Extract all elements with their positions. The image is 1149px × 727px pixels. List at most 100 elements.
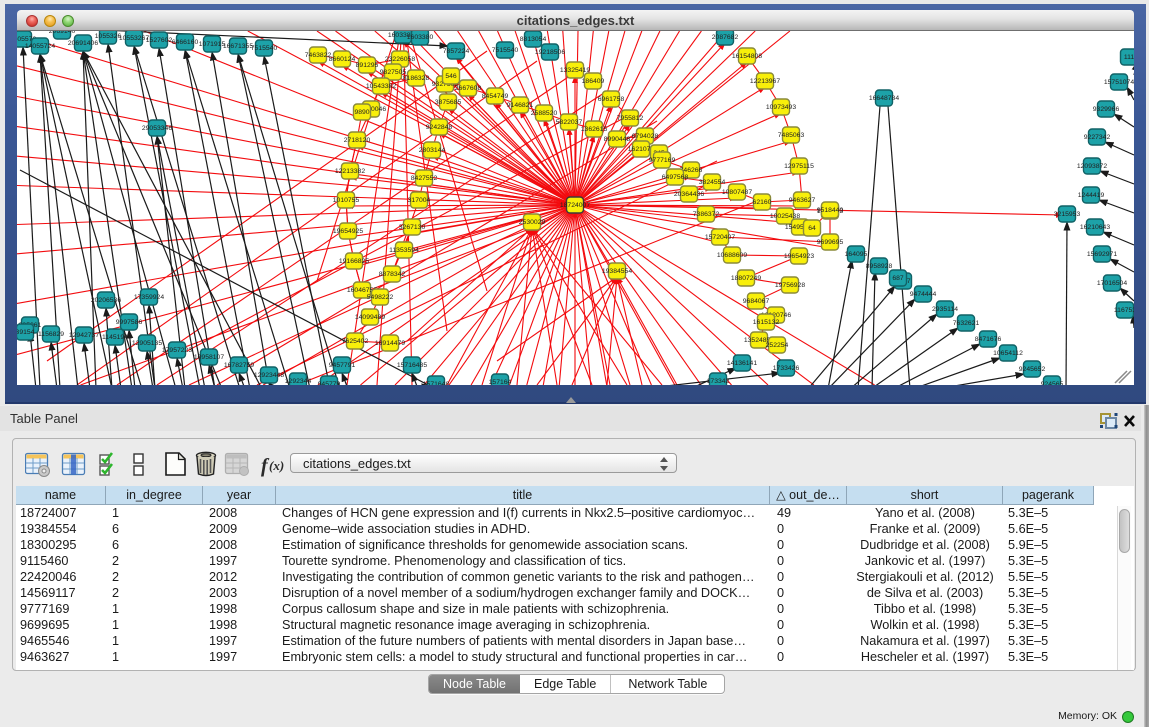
svg-text:(x): (x) bbox=[269, 458, 284, 473]
svg-text:16648784: 16648784 bbox=[869, 95, 899, 102]
svg-text:1603380: 1603380 bbox=[407, 34, 434, 41]
svg-text:19654923: 19654923 bbox=[784, 253, 814, 260]
svg-text:5822037: 5822037 bbox=[556, 119, 583, 126]
svg-text:6497568: 6497568 bbox=[662, 174, 689, 181]
svg-text:9242848: 9242848 bbox=[426, 124, 453, 131]
svg-text:1156829: 1156829 bbox=[38, 331, 64, 338]
svg-text:12942737: 12942737 bbox=[69, 332, 99, 339]
svg-text:8878342: 8878342 bbox=[379, 271, 406, 278]
svg-text:23226058: 23226058 bbox=[385, 56, 415, 63]
svg-text:18724007: 18724007 bbox=[560, 202, 590, 209]
svg-text:6794028: 6794028 bbox=[632, 133, 659, 140]
svg-text:2935114: 2935114 bbox=[932, 306, 958, 313]
svg-text:9245652: 9245652 bbox=[1019, 366, 1046, 373]
svg-text:62160: 62160 bbox=[753, 199, 772, 206]
svg-text:3875685: 3875685 bbox=[435, 99, 462, 106]
svg-text:10807487: 10807487 bbox=[722, 189, 752, 196]
svg-text:19654925: 19654925 bbox=[333, 228, 363, 235]
svg-text:7625402: 7625402 bbox=[342, 338, 369, 345]
svg-text:6961758: 6961758 bbox=[598, 96, 625, 103]
svg-text:15751074: 15751074 bbox=[1104, 79, 1134, 86]
svg-text:8427552: 8427552 bbox=[411, 175, 438, 182]
svg-text:7955812: 7955812 bbox=[617, 115, 644, 122]
svg-text:164095: 164095 bbox=[845, 251, 868, 258]
svg-text:8471676: 8471676 bbox=[975, 336, 1002, 343]
svg-text:10973493: 10973493 bbox=[766, 104, 796, 111]
svg-text:9463627: 9463627 bbox=[789, 197, 816, 204]
svg-text:186409: 186409 bbox=[582, 78, 605, 85]
svg-text:1527602: 1527602 bbox=[146, 37, 173, 44]
svg-text:17359924: 17359924 bbox=[134, 294, 164, 301]
svg-text:2069140: 2069140 bbox=[49, 31, 76, 35]
svg-text:1145194: 1145194 bbox=[102, 334, 128, 341]
svg-text:317004: 317004 bbox=[408, 197, 431, 204]
svg-text:12923448: 12923448 bbox=[254, 372, 284, 379]
svg-text:1615132: 1615132 bbox=[753, 319, 780, 326]
svg-text:2667608: 2667608 bbox=[455, 85, 482, 92]
svg-text:12975115: 12975115 bbox=[784, 163, 814, 170]
svg-text:252254: 252254 bbox=[766, 342, 789, 349]
svg-text:7485063: 7485063 bbox=[778, 132, 805, 139]
svg-text:20206536: 20206536 bbox=[91, 297, 121, 304]
svg-text:29053346: 29053346 bbox=[142, 125, 172, 132]
svg-text:1244419: 1244419 bbox=[1078, 192, 1105, 199]
svg-text:1071915: 1071915 bbox=[199, 41, 226, 48]
svg-text:9699695: 9699695 bbox=[817, 239, 844, 246]
svg-text:9146821: 9146821 bbox=[507, 102, 534, 109]
svg-text:12905135: 12905135 bbox=[132, 340, 162, 347]
svg-text:10958107: 10958107 bbox=[194, 354, 224, 361]
svg-text:39154: 39154 bbox=[17, 329, 35, 336]
svg-text:14055724: 14055724 bbox=[25, 43, 55, 50]
svg-text:20364436: 20364436 bbox=[674, 191, 704, 198]
svg-text:157164: 157164 bbox=[489, 379, 512, 385]
svg-text:2803144: 2803144 bbox=[419, 147, 446, 154]
svg-text:9777169: 9777169 bbox=[649, 157, 676, 164]
svg-text:16210643: 16210643 bbox=[1080, 224, 1110, 231]
svg-text:10654112: 10654112 bbox=[993, 350, 1023, 357]
svg-text:6466160: 6466160 bbox=[172, 39, 199, 46]
svg-text:19218506: 19218506 bbox=[535, 49, 565, 56]
svg-text:945779: 945779 bbox=[318, 381, 341, 385]
svg-text:111: 111 bbox=[1124, 54, 1134, 61]
svg-text:14136141: 14136141 bbox=[727, 360, 757, 367]
svg-text:9997586: 9997586 bbox=[116, 319, 143, 326]
svg-text:8958928: 8958928 bbox=[866, 263, 893, 270]
svg-text:1055326: 1055326 bbox=[95, 33, 122, 40]
svg-text:3824554: 3824554 bbox=[699, 179, 726, 186]
svg-text:15720407: 15720407 bbox=[705, 234, 735, 241]
svg-text:10688609: 10688609 bbox=[717, 252, 747, 259]
svg-text:1010755: 1010755 bbox=[333, 197, 360, 204]
svg-text:8660124: 8660124 bbox=[329, 56, 356, 63]
svg-text:2087682: 2087682 bbox=[712, 34, 739, 41]
svg-text:16671355: 16671355 bbox=[223, 43, 253, 50]
svg-text:7857224: 7857224 bbox=[443, 48, 470, 55]
svg-text:7515540: 7515540 bbox=[492, 47, 519, 54]
svg-text:7632621: 7632621 bbox=[953, 320, 980, 327]
svg-text:15716485: 15716485 bbox=[397, 362, 427, 369]
svg-text:1362615: 1362615 bbox=[581, 126, 608, 133]
svg-text:7515540: 7515540 bbox=[251, 45, 278, 52]
svg-text:9890: 9890 bbox=[354, 109, 369, 116]
svg-text:1571648: 1571648 bbox=[423, 381, 450, 385]
svg-text:16914479: 16914479 bbox=[375, 340, 405, 347]
svg-text:8454749: 8454749 bbox=[482, 93, 509, 100]
svg-text:2718120: 2718120 bbox=[344, 137, 371, 144]
svg-text:8990448: 8990448 bbox=[604, 136, 631, 143]
svg-text:19384554: 19384554 bbox=[602, 268, 632, 275]
svg-text:17016504: 17016504 bbox=[1097, 280, 1127, 287]
svg-text:687: 687 bbox=[892, 275, 904, 282]
svg-text:12213967: 12213967 bbox=[750, 78, 780, 85]
svg-text:11353594: 11353594 bbox=[389, 247, 419, 254]
svg-text:19166825: 19166825 bbox=[339, 258, 369, 265]
svg-text:12213382: 12213382 bbox=[335, 168, 365, 175]
svg-text:10553267: 10553267 bbox=[119, 35, 149, 42]
svg-text:546: 546 bbox=[445, 73, 457, 80]
svg-text:3267130: 3267130 bbox=[399, 224, 426, 231]
svg-text:19756928: 19756928 bbox=[775, 282, 805, 289]
svg-text:2530029: 2530029 bbox=[519, 219, 546, 226]
svg-text:1292344: 1292344 bbox=[285, 378, 312, 385]
svg-text:15692971: 15692971 bbox=[1087, 251, 1117, 258]
svg-text:9329966: 9329966 bbox=[1093, 106, 1120, 113]
svg-text:9227342: 9227342 bbox=[1084, 134, 1111, 141]
svg-text:891295: 891295 bbox=[356, 62, 379, 69]
